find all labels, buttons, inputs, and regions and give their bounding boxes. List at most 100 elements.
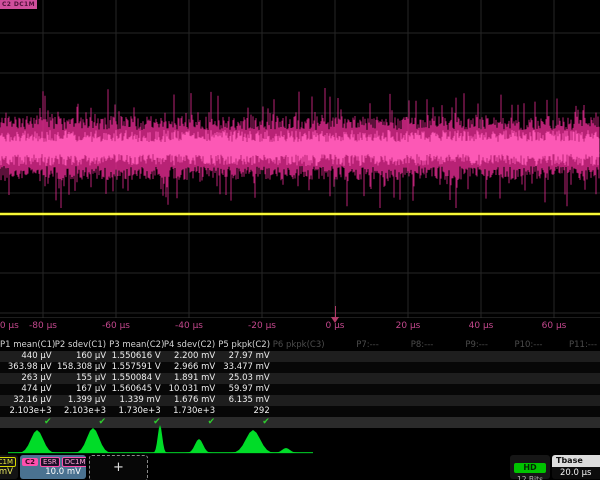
param-value — [491, 373, 546, 384]
table-header-row: P1 mean(C1)P2 sdev(C1)P3 mean(C2)P4 sdev… — [0, 340, 600, 351]
param-value — [545, 395, 600, 406]
param-header[interactable]: P10:--- — [491, 340, 546, 351]
param-value — [436, 384, 491, 395]
timebase-scale: 20.0 µs — [552, 467, 600, 479]
param-header[interactable]: P4 sdev(C2) — [164, 340, 219, 351]
param-header[interactable]: P3 mean(C2) — [109, 340, 164, 351]
param-header[interactable]: P9:--- — [436, 340, 491, 351]
param-value: 474 µV — [0, 384, 55, 395]
timebase-descriptor[interactable]: Tbase 20.0 µs — [552, 455, 600, 479]
time-axis: -100 µs-80 µs-60 µs-40 µs-20 µs0 µs20 µs… — [0, 321, 600, 334]
c2-coupling-badge: DC1M — [62, 457, 86, 467]
param-value: 1.676 mV — [164, 395, 219, 406]
param-value — [545, 384, 600, 395]
param-value: 59.97 mV — [218, 384, 273, 395]
channel-c1-descriptor[interactable]: C1 DC1M 10.0 mV — [0, 455, 18, 479]
param-value: 1.399 µV — [55, 395, 110, 406]
param-value: 1.550084 V — [109, 373, 164, 384]
param-header[interactable]: P11:--- — [545, 340, 600, 351]
time-axis-label: 60 µs — [542, 321, 567, 331]
param-value — [382, 351, 437, 362]
time-axis-label: 40 µs — [469, 321, 494, 331]
time-axis-label: -100 µs — [0, 321, 19, 331]
param-value — [382, 373, 437, 384]
table-row: 440 µV160 µV1.550616 V2.200 mV27.97 mV — [0, 351, 600, 362]
histicon — [72, 428, 114, 453]
param-value — [327, 351, 382, 362]
param-value: 1.560645 V — [109, 384, 164, 395]
param-header[interactable]: P2 sdev(C1) — [55, 340, 110, 351]
histogram-icons — [0, 423, 600, 455]
param-value: 2.200 mV — [164, 351, 219, 362]
time-axis-label: 20 µs — [396, 321, 421, 331]
param-value — [436, 406, 491, 417]
param-value — [327, 395, 382, 406]
param-value: 32.16 µV — [0, 395, 55, 406]
time-axis-label: -60 µs — [102, 321, 130, 331]
c1-vertical-scale: 10.0 mV — [0, 467, 18, 478]
param-value — [436, 373, 491, 384]
param-value — [273, 406, 328, 417]
table-row: 263 µV155 µV1.550084 V1.891 mV25.03 mV — [0, 373, 600, 384]
param-header[interactable]: P1 mean(C1) — [0, 340, 55, 351]
param-value — [273, 373, 328, 384]
timebase-title: Tbase — [552, 455, 600, 467]
param-header[interactable]: P5 pkpk(C2) — [218, 340, 273, 351]
time-axis-label: -80 µs — [29, 321, 57, 331]
param-value: 155 µV — [55, 373, 110, 384]
param-value — [436, 351, 491, 362]
param-value: 6.135 mV — [218, 395, 273, 406]
param-value — [545, 373, 600, 384]
time-axis-label: -40 µs — [175, 321, 203, 331]
param-header[interactable]: P8:--- — [382, 340, 437, 351]
oscilloscope-screen: C2 DC1M -100 µs-80 µs-60 µs-40 µs-20 µs0… — [0, 0, 600, 480]
param-value — [273, 362, 328, 373]
c2-vertical-scale: 10.0 mV — [20, 467, 86, 478]
hd-badge: HD — [514, 463, 546, 473]
param-value: 1.730e+3 — [109, 406, 164, 417]
c1-coupling-badge: DC1M — [0, 457, 16, 467]
hd-mode-indicator[interactable]: HD 12 Bits — [510, 455, 550, 479]
param-value — [382, 362, 437, 373]
param-value — [491, 351, 546, 362]
descriptor-bar: C1 DC1M 10.0 mV C2 ESR DC1M 10.0 mV + HD… — [0, 455, 600, 480]
table-row: 32.16 µV1.399 µV1.339 mV1.676 mV6.135 mV — [0, 395, 600, 406]
param-value: 2.103e+3 — [0, 406, 55, 417]
trigger-position-marker[interactable] — [331, 317, 339, 323]
param-value — [382, 384, 437, 395]
param-value: 1.550616 V — [109, 351, 164, 362]
add-channel-button[interactable]: + — [89, 455, 148, 480]
table-row: 474 µV167 µV1.560645 V10.031 mV59.97 mV — [0, 384, 600, 395]
param-value: 27.97 mV — [218, 351, 273, 362]
c2-esr-badge: ESR — [40, 457, 60, 467]
param-header[interactable]: P7:--- — [327, 340, 382, 351]
param-value — [382, 395, 437, 406]
param-value: 363.98 µV — [0, 362, 55, 373]
param-value: 292 — [218, 406, 273, 417]
time-axis-label: -20 µs — [248, 321, 276, 331]
param-value: 167 µV — [55, 384, 110, 395]
param-value: 33.477 mV — [218, 362, 273, 373]
c2-trace-badge: C2 DC1M — [0, 0, 37, 9]
param-value — [545, 362, 600, 373]
param-value — [545, 406, 600, 417]
histicon — [152, 425, 167, 453]
c2-label-badge: C2 — [22, 458, 38, 466]
param-header[interactable]: P6 pkpk(C3) — [273, 340, 328, 351]
param-value — [491, 362, 546, 373]
param-value — [273, 395, 328, 406]
hd-bits-label: 12 Bits — [510, 474, 550, 480]
table-row: 363.98 µV158.308 µV1.557591 V2.966 mV33.… — [0, 362, 600, 373]
param-value — [491, 384, 546, 395]
param-value — [436, 395, 491, 406]
param-value — [327, 406, 382, 417]
param-value: 1.557591 V — [109, 362, 164, 373]
param-value — [327, 362, 382, 373]
channel-c2-descriptor[interactable]: C2 ESR DC1M 10.0 mV — [20, 455, 86, 479]
histicon — [16, 430, 58, 453]
waveform-grid[interactable] — [0, 0, 600, 318]
param-value — [327, 384, 382, 395]
histicon — [229, 430, 278, 453]
histicon — [185, 439, 213, 453]
param-value — [273, 384, 328, 395]
